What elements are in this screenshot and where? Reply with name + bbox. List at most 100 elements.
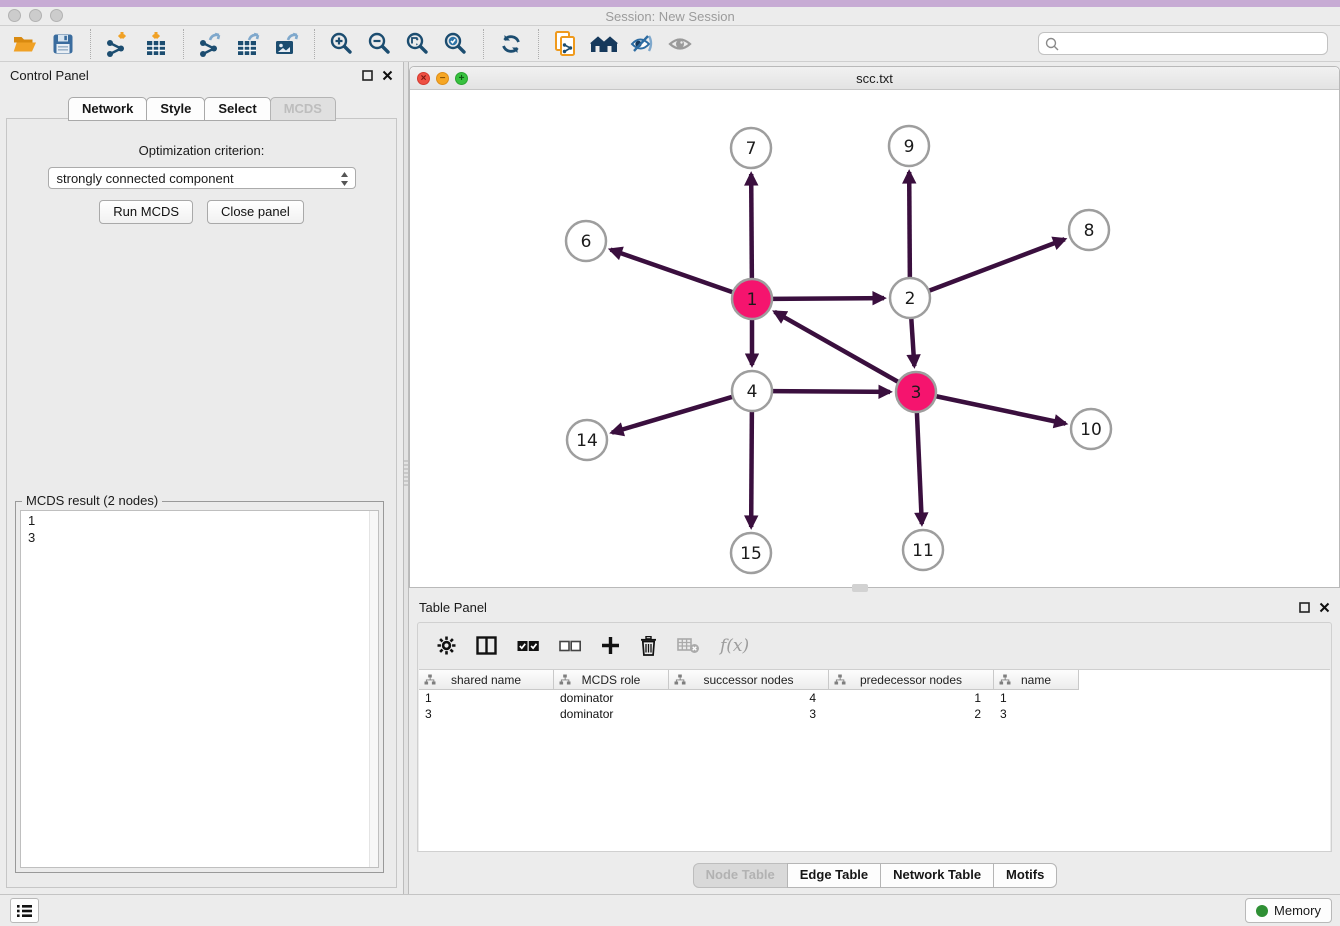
tab-network-table[interactable]: Network Table bbox=[880, 863, 994, 888]
column-header-successor-nodes[interactable]: successor nodes bbox=[669, 670, 829, 690]
float-table-panel-icon[interactable] bbox=[1299, 602, 1310, 613]
edge-4-3[interactable] bbox=[772, 391, 890, 392]
cell-shared-name[interactable]: 3 bbox=[419, 706, 554, 722]
cell-mcds-role[interactable]: dominator bbox=[554, 690, 669, 706]
zoom-fit-icon[interactable] bbox=[401, 28, 435, 60]
tab-mcds[interactable]: MCDS bbox=[270, 97, 336, 121]
tab-network[interactable]: Network bbox=[68, 97, 147, 121]
unselect-all-columns-icon[interactable] bbox=[559, 640, 581, 652]
zoom-out-icon[interactable] bbox=[363, 28, 397, 60]
node-7[interactable]: 7 bbox=[731, 128, 771, 168]
cell-shared-name[interactable]: 1 bbox=[419, 690, 554, 706]
table-row[interactable]: 3dominator323 bbox=[419, 706, 1330, 722]
cell-name[interactable]: 1 bbox=[994, 690, 1079, 706]
cell-mcds-role[interactable]: dominator bbox=[554, 706, 669, 722]
first-neighbors-icon[interactable] bbox=[587, 28, 621, 60]
export-image-icon[interactable] bbox=[270, 28, 304, 60]
tab-edge-table[interactable]: Edge Table bbox=[787, 863, 881, 888]
node-6[interactable]: 6 bbox=[566, 221, 606, 261]
splitter-handle[interactable] bbox=[404, 460, 408, 486]
table-toolbar: f(x) bbox=[418, 623, 1331, 668]
tab-style[interactable]: Style bbox=[146, 97, 205, 121]
edge-4-15[interactable] bbox=[751, 411, 752, 527]
close-table-panel-icon[interactable] bbox=[1319, 602, 1330, 613]
import-network-icon[interactable] bbox=[101, 28, 135, 60]
column-header-mcds-role[interactable]: MCDS role bbox=[554, 670, 669, 690]
refresh-icon[interactable] bbox=[494, 28, 528, 60]
criterion-select[interactable]: strongly connected component bbox=[48, 167, 356, 189]
close-panel-icon[interactable] bbox=[382, 70, 393, 81]
zoom-selected-icon[interactable] bbox=[439, 28, 473, 60]
show-column-panel-icon[interactable] bbox=[476, 636, 497, 655]
node-1[interactable]: 1 bbox=[732, 279, 772, 319]
table-row[interactable]: 1dominator411 bbox=[419, 690, 1330, 706]
titlebar-accent-strip bbox=[0, 0, 1340, 7]
network-window-titlebar[interactable]: × − + scc.txt bbox=[410, 67, 1339, 90]
search-input[interactable] bbox=[1061, 36, 1323, 51]
network-close-button[interactable]: × bbox=[417, 72, 430, 85]
result-scrollbar[interactable] bbox=[369, 511, 378, 867]
show-all-icon[interactable] bbox=[663, 28, 697, 60]
select-all-columns-icon[interactable] bbox=[517, 640, 539, 652]
tab-node-table[interactable]: Node Table bbox=[693, 863, 788, 888]
edge-1-2[interactable] bbox=[772, 298, 884, 299]
cell-successor-nodes[interactable]: 4 bbox=[669, 690, 829, 706]
delete-columns-icon[interactable] bbox=[640, 636, 657, 656]
horizontal-splitter-handle[interactable] bbox=[852, 584, 868, 592]
column-header-predecessor-nodes[interactable]: predecessor nodes bbox=[829, 670, 994, 690]
main-toolbar bbox=[0, 26, 1340, 62]
network-minimize-button[interactable]: − bbox=[436, 72, 449, 85]
cell-name[interactable]: 3 bbox=[994, 706, 1079, 722]
tab-motifs[interactable]: Motifs bbox=[993, 863, 1057, 888]
search-field[interactable] bbox=[1038, 32, 1328, 55]
run-mcds-button[interactable]: Run MCDS bbox=[99, 200, 193, 224]
open-session-icon[interactable] bbox=[8, 28, 42, 60]
svg-text:2: 2 bbox=[905, 289, 916, 309]
edge-3-1[interactable] bbox=[775, 312, 899, 382]
node-3[interactable]: 3 bbox=[896, 372, 936, 412]
close-panel-button[interactable]: Close panel bbox=[207, 200, 304, 224]
column-header-shared-name[interactable]: shared name bbox=[419, 670, 554, 690]
network-zoom-button[interactable]: + bbox=[455, 72, 468, 85]
export-table-icon[interactable] bbox=[232, 28, 266, 60]
node-9[interactable]: 9 bbox=[889, 126, 929, 166]
tab-select[interactable]: Select bbox=[204, 97, 270, 121]
node-8[interactable]: 8 bbox=[1069, 210, 1109, 250]
edge-3-10[interactable] bbox=[936, 396, 1066, 423]
control-panel-title: Control Panel bbox=[10, 68, 362, 83]
cell-predecessor-nodes[interactable]: 1 bbox=[829, 690, 994, 706]
cell-predecessor-nodes[interactable]: 2 bbox=[829, 706, 994, 722]
save-session-icon[interactable] bbox=[46, 28, 80, 60]
clone-network-icon[interactable] bbox=[549, 28, 583, 60]
edge-1-6[interactable] bbox=[611, 250, 734, 293]
edge-1-7[interactable] bbox=[751, 174, 752, 279]
svg-text:3: 3 bbox=[911, 383, 922, 403]
cell-successor-nodes[interactable]: 3 bbox=[669, 706, 829, 722]
mcds-result-text[interactable]: 1 3 bbox=[20, 510, 379, 868]
table-header-row: shared nameMCDS rolesuccessor nodesprede… bbox=[419, 670, 1330, 690]
table-options-icon[interactable] bbox=[437, 636, 456, 655]
node-15[interactable]: 15 bbox=[731, 533, 771, 573]
column-header-name[interactable]: name bbox=[994, 670, 1079, 690]
edge-2-9[interactable] bbox=[909, 172, 910, 278]
function-builder-icon[interactable]: f(x) bbox=[720, 636, 749, 656]
edge-4-14[interactable] bbox=[612, 397, 733, 433]
zoom-in-icon[interactable] bbox=[325, 28, 359, 60]
node-4[interactable]: 4 bbox=[732, 371, 772, 411]
hide-selected-icon[interactable] bbox=[625, 28, 659, 60]
edge-2-3[interactable] bbox=[911, 318, 914, 366]
network-canvas[interactable]: 7 9 6 8 1 2 4 3 14 10 15 11 bbox=[410, 90, 1339, 587]
task-history-button[interactable] bbox=[10, 898, 39, 923]
node-11[interactable]: 11 bbox=[903, 530, 943, 570]
node-14[interactable]: 14 bbox=[567, 420, 607, 460]
delete-table-icon[interactable] bbox=[677, 637, 700, 654]
edge-3-11[interactable] bbox=[917, 412, 922, 524]
export-network-icon[interactable] bbox=[194, 28, 228, 60]
import-table-icon[interactable] bbox=[139, 28, 173, 60]
node-2[interactable]: 2 bbox=[890, 278, 930, 318]
add-column-icon[interactable] bbox=[601, 636, 620, 655]
memory-button[interactable]: Memory bbox=[1245, 898, 1332, 923]
float-panel-icon[interactable] bbox=[362, 70, 373, 81]
edge-2-8[interactable] bbox=[929, 239, 1065, 291]
node-10[interactable]: 10 bbox=[1071, 409, 1111, 449]
